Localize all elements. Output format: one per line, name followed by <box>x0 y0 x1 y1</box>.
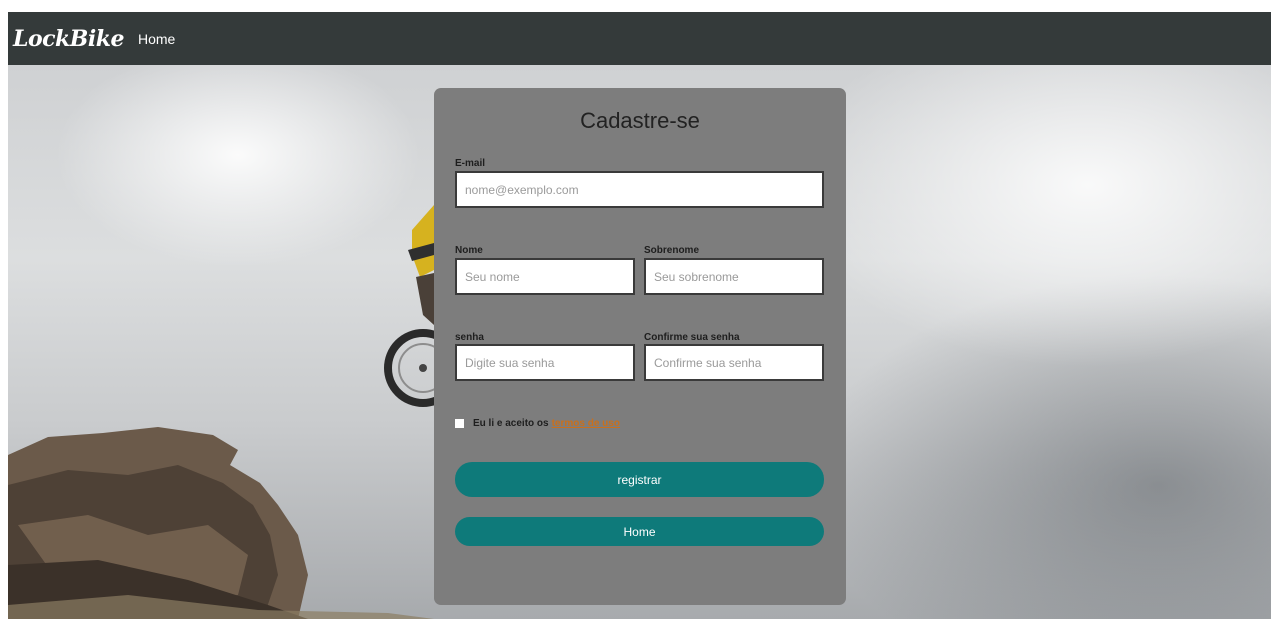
last-name-input[interactable] <box>644 258 824 295</box>
password-input[interactable] <box>455 344 635 381</box>
email-input[interactable] <box>455 171 824 208</box>
page-frame: LockBike Home Cadastre-se E-mail Nome So… <box>8 12 1271 619</box>
first-name-input[interactable] <box>455 258 635 295</box>
home-button[interactable]: Home <box>455 517 824 546</box>
terms-text: Eu li e aceito os <box>473 418 549 429</box>
email-label: E-mail <box>455 158 486 169</box>
signup-card: Cadastre-se E-mail Nome Sobrenome senha … <box>434 88 846 605</box>
register-button[interactable]: registrar <box>455 462 824 497</box>
terms-checkbox[interactable] <box>455 419 464 428</box>
page-title: Cadastre-se <box>580 108 700 133</box>
navbar: LockBike Home <box>8 12 1271 65</box>
first-name-label: Nome <box>455 245 483 256</box>
terms-link[interactable]: termos de uso <box>552 418 620 429</box>
brand-logo[interactable]: LockBike <box>13 26 124 52</box>
password-confirm-input[interactable] <box>644 344 824 381</box>
password-confirm-label: Confirme sua senha <box>644 332 740 343</box>
terms-row: Eu li e aceito os termos de uso <box>455 418 620 429</box>
nav-home-link[interactable]: Home <box>138 31 175 47</box>
password-label: senha <box>455 332 484 343</box>
last-name-label: Sobrenome <box>644 245 700 256</box>
